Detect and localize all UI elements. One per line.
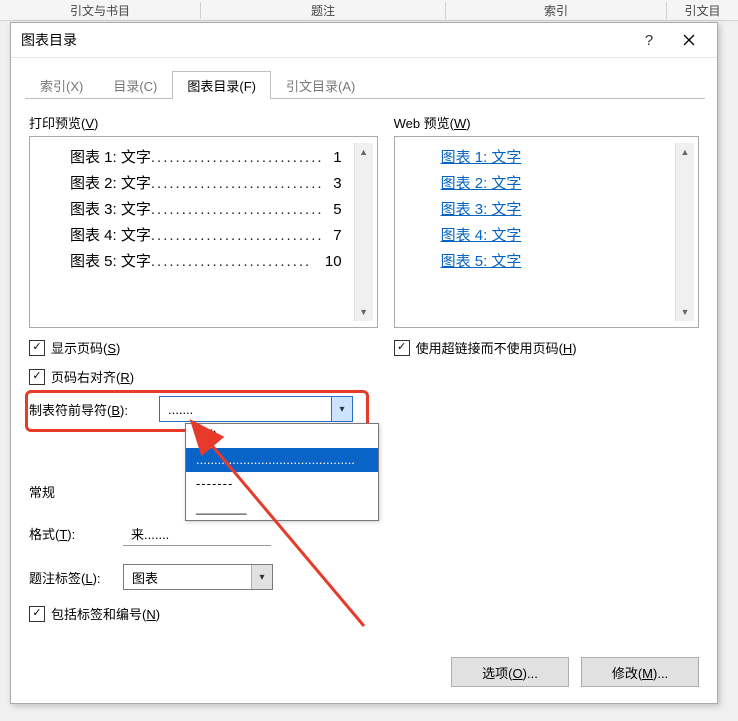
print-preview-box: 图表 1: 文字............................1 图表… xyxy=(29,136,378,328)
combo-value: ....... xyxy=(160,402,331,417)
ribbon-group-captions: 题注 xyxy=(201,2,446,19)
combo-value: 来....... xyxy=(123,524,271,543)
tab-index[interactable]: 索引(X) xyxy=(25,71,98,99)
print-preview-scrollbar[interactable]: ▲ ▼ xyxy=(354,143,373,321)
tab-toa[interactable]: 引文目录(A) xyxy=(271,71,370,99)
web-link[interactable]: 图表 4: 文字 xyxy=(441,223,663,249)
checkbox-label: 使用超链接而不使用页码(H) xyxy=(416,338,577,357)
leader-option-underline[interactable]: _______ xyxy=(186,496,378,520)
web-preview-scrollbar[interactable]: ▲ ▼ xyxy=(675,143,694,321)
dialog-titlebar: 图表目录 ? xyxy=(11,23,717,58)
web-link[interactable]: 图表 2: 文字 xyxy=(441,171,663,197)
dialog-title: 图表目录 xyxy=(21,30,629,50)
chevron-down-icon[interactable]: ▾ xyxy=(331,397,352,421)
checkbox-icon xyxy=(29,369,45,385)
web-preview-label: Web 预览(W) xyxy=(394,113,699,132)
tab-leader-dropdown: (无) ....................................… xyxy=(185,423,379,521)
modify-button[interactable]: 修改(M)... xyxy=(581,657,699,687)
chevron-down-icon[interactable]: ▾ xyxy=(251,565,272,589)
ribbon-group-toa: 引文目 xyxy=(667,2,738,19)
checkbox-icon xyxy=(29,606,45,622)
web-preview-box: 图表 1: 文字 图表 2: 文字 图表 3: 文字 图表 4: 文字 图表 5… xyxy=(394,136,699,328)
use-hyperlinks-checkbox[interactable]: 使用超链接而不使用页码(H) xyxy=(394,338,699,357)
web-preview-content: 图表 1: 文字 图表 2: 文字 图表 3: 文字 图表 4: 文字 图表 5… xyxy=(395,143,675,321)
close-icon xyxy=(683,34,695,46)
options-button[interactable]: 选项(O)... xyxy=(451,657,569,687)
print-preview-column: 打印预览(V) 图表 1: 文字........................… xyxy=(29,113,378,623)
right-align-checkbox[interactable]: 页码右对齐(R) xyxy=(29,367,378,386)
checkbox-icon xyxy=(29,340,45,356)
checkbox-label: 包括标签和编号(N) xyxy=(51,604,160,623)
table-of-figures-dialog: 图表目录 ? 索引(X) 目录(C) 图表目录(F) 引文目录(A) 打印预览(… xyxy=(10,22,718,704)
tab-toc[interactable]: 目录(C) xyxy=(98,71,172,99)
toc-line: 图表 2: 文字............................3 xyxy=(70,171,342,197)
toc-line: 图表 4: 文字............................7 xyxy=(70,223,342,249)
help-button[interactable]: ? xyxy=(629,25,669,55)
tab-leader-label: 制表符前导符(B): xyxy=(29,400,151,419)
tab-tof[interactable]: 图表目录(F) xyxy=(172,71,271,99)
format-label: 格式(T): xyxy=(29,524,115,543)
format-combo[interactable]: 来....... xyxy=(123,521,271,546)
caption-label-combo[interactable]: 图表 ▾ xyxy=(123,564,273,590)
leader-option-none[interactable]: (无) xyxy=(186,424,378,448)
ribbon-group-citations: 引文与书目 xyxy=(0,2,201,19)
show-page-numbers-checkbox[interactable]: 显示页码(S) xyxy=(29,338,378,357)
toc-line: 图表 1: 文字............................1 xyxy=(70,145,342,171)
print-preview-content: 图表 1: 文字............................1 图表… xyxy=(30,143,354,321)
web-preview-column: Web 预览(W) 图表 1: 文字 图表 2: 文字 图表 3: 文字 图表 … xyxy=(394,113,699,623)
combo-value: 图表 xyxy=(124,568,251,587)
checkbox-label: 显示页码(S) xyxy=(51,338,120,357)
tab-leader-combo[interactable]: ....... ▾ xyxy=(159,396,353,422)
web-link[interactable]: 图表 3: 文字 xyxy=(441,197,663,223)
leader-option-dashes[interactable]: ------- xyxy=(186,472,378,496)
toc-line: 图表 5: 文字..........................10 xyxy=(70,249,342,275)
checkbox-icon xyxy=(394,340,410,356)
print-preview-label: 打印预览(V) xyxy=(29,113,378,132)
include-label-number-checkbox[interactable]: 包括标签和编号(N) xyxy=(29,604,378,623)
close-button[interactable] xyxy=(669,25,709,55)
checkbox-label: 页码右对齐(R) xyxy=(51,367,134,386)
dialog-tabs: 索引(X) 目录(C) 图表目录(F) 引文目录(A) xyxy=(25,70,705,99)
leader-option-dots[interactable]: ........................................… xyxy=(186,448,378,472)
scroll-down-icon[interactable]: ▼ xyxy=(676,303,694,321)
scroll-up-icon[interactable]: ▲ xyxy=(676,143,694,161)
web-link[interactable]: 图表 5: 文字 xyxy=(441,249,663,275)
ribbon-group-index: 索引 xyxy=(446,2,667,19)
caption-label-label: 题注标签(L): xyxy=(29,568,115,587)
web-link[interactable]: 图表 1: 文字 xyxy=(441,145,663,171)
scroll-up-icon[interactable]: ▲ xyxy=(355,143,373,161)
ribbon-group-strip: 引文与书目 题注 索引 引文目 xyxy=(0,0,738,21)
scroll-down-icon[interactable]: ▼ xyxy=(355,303,373,321)
toc-line: 图表 3: 文字............................5 xyxy=(70,197,342,223)
